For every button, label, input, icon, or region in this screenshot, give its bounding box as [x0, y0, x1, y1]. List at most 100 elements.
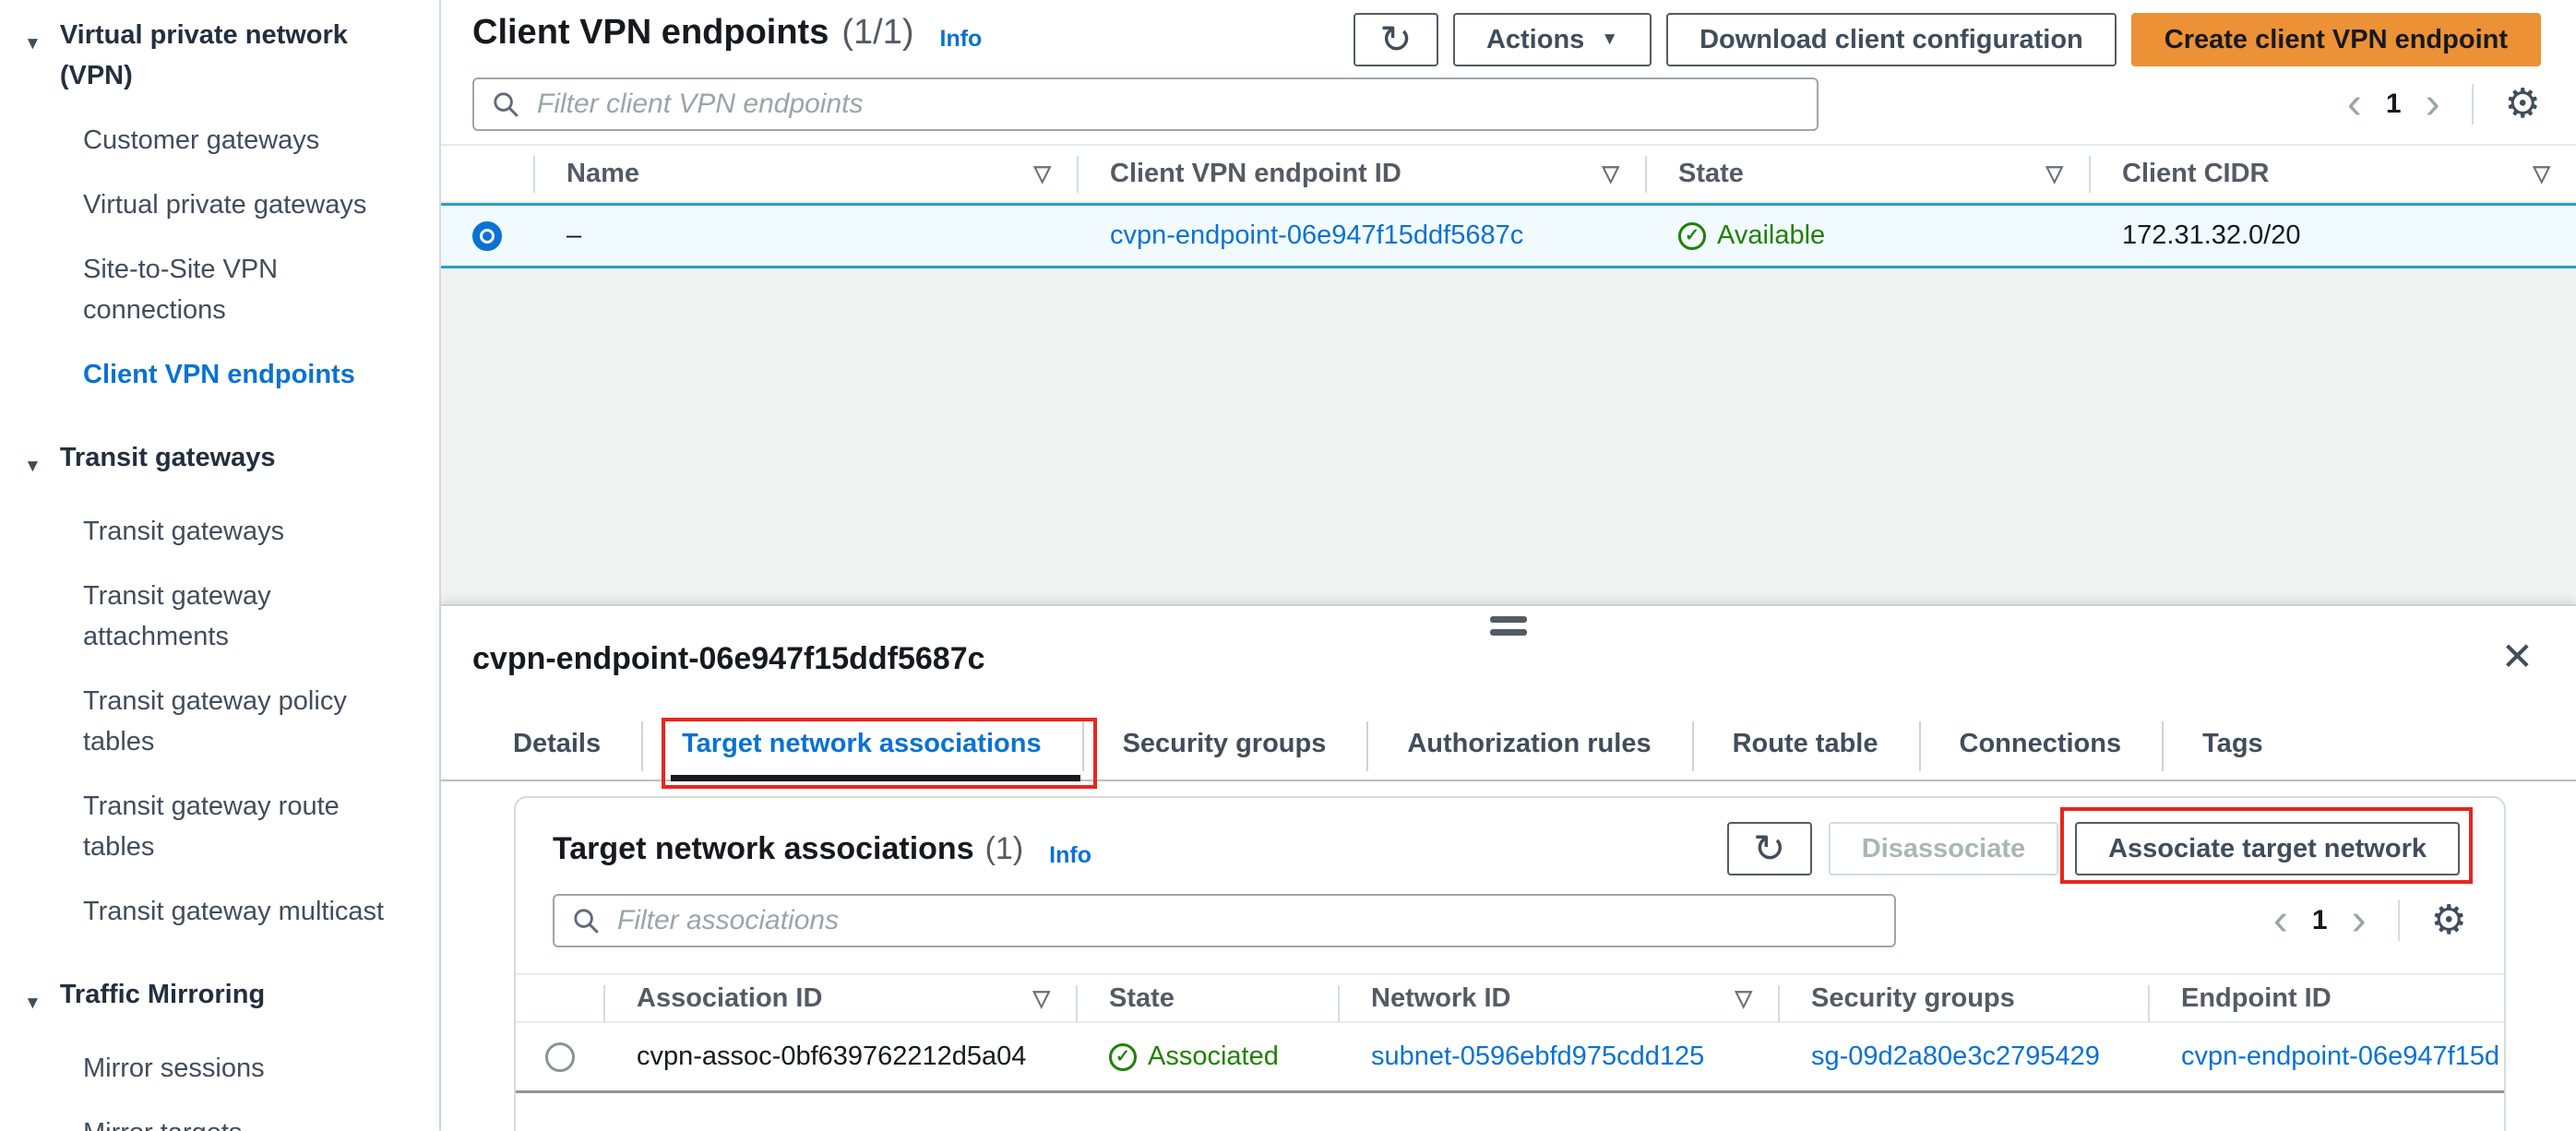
associations-search-box — [553, 894, 1896, 947]
column-header-client-cidr[interactable]: Client CIDR ▽ — [2089, 146, 2576, 201]
tab-label: Tags — [2202, 729, 2263, 758]
column-header-state[interactable]: State ▽ — [1645, 146, 2089, 201]
column-header-endpoint-id[interactable]: Endpoint ID — [2148, 975, 2504, 1022]
endpoints-filter-input[interactable] — [535, 88, 1800, 121]
column-header-network-id[interactable]: Network ID ▽ — [1338, 975, 1778, 1022]
column-header-security-groups[interactable]: Security groups — [1778, 975, 2148, 1022]
column-header-endpoint-id[interactable]: Client VPN endpoint ID ▽ — [1077, 146, 1645, 201]
association-endpoint-id-link[interactable]: cvpn-endpoint-06e947f15d — [2181, 1042, 2499, 1071]
info-link[interactable]: Info — [940, 26, 983, 53]
current-page-number[interactable]: 1 — [2386, 89, 2402, 120]
tab-route-table[interactable]: Route table — [1691, 716, 1919, 780]
actions-button[interactable]: Actions ▼ — [1452, 13, 1652, 66]
sidebar-item-virtual-private-gateways[interactable]: Virtual private gateways — [24, 185, 439, 225]
panel-resize-handle[interactable] — [1490, 616, 1527, 636]
sidebar-item-transit-gateway-attachments[interactable]: Transit gateway attachments — [24, 576, 439, 657]
association-table-row[interactable]: cvpn-assoc-0bf639762212d5a04 ✓ Associate… — [516, 1023, 2504, 1093]
sidebar-section-transit-gateways: ▼ Transit gateways Transit gateways Tran… — [24, 437, 439, 932]
tab-target-network-associations[interactable]: Target network associations — [641, 716, 1097, 789]
next-page-icon[interactable]: › — [2426, 82, 2440, 126]
column-label: Endpoint ID — [2181, 982, 2332, 1013]
gear-icon[interactable]: ⚙ — [2431, 900, 2467, 941]
refresh-icon: ↻ — [1379, 18, 1413, 61]
column-label: Client CIDR — [2122, 158, 2270, 188]
endpoints-table-header: Name ▽ Client VPN endpoint ID ▽ State ▽ … — [441, 146, 2576, 203]
sort-icon: ▽ — [1602, 161, 1619, 186]
sidebar-item-transit-gateway-multicast[interactable]: Transit gateway multicast — [24, 891, 439, 932]
check-circle-icon: ✓ — [1678, 221, 1706, 250]
associations-refresh-button[interactable]: ↻ — [1726, 822, 1812, 875]
target-network-associations-card: Target network associations (1) Info ↻ D… — [514, 796, 2506, 1131]
security-group-link[interactable]: sg-09d2a80e3c2795429 — [1811, 1042, 2100, 1071]
associations-pagination: ‹ 1 › ⚙ — [2273, 899, 2467, 943]
endpoint-id-cell: cvpn-endpoint-06e947f15ddf5687c — [1077, 220, 1645, 251]
sidebar-item-mirror-sessions[interactable]: Mirror sessions — [24, 1048, 439, 1089]
sidebar-item-mirror-targets[interactable]: Mirror targets — [24, 1113, 439, 1131]
search-icon — [574, 909, 599, 934]
next-page-icon[interactable]: › — [2352, 899, 2367, 943]
gear-icon[interactable]: ⚙ — [2505, 84, 2541, 125]
pagination-divider — [2397, 900, 2400, 941]
current-page-number[interactable]: 1 — [2312, 905, 2328, 936]
create-button-label: Create client VPN endpoint — [2164, 24, 2508, 54]
sidebar-item-transit-gateway-route-tables[interactable]: Transit gateway route tables — [24, 786, 439, 867]
section-expanded-icon: ▼ — [24, 994, 42, 1013]
sidebar-item-transit-gateways[interactable]: Transit gateways — [24, 511, 439, 552]
sort-icon: ▽ — [1735, 985, 1752, 1011]
sidebar-item-site-to-site-vpn-connections[interactable]: Site-to-Site VPN connections — [24, 249, 439, 330]
row-radio-selected[interactable] — [472, 220, 502, 251]
pagination-divider — [2471, 84, 2474, 125]
association-endpoint-id-cell: cvpn-endpoint-06e947f15d — [2148, 1042, 2504, 1072]
sidebar-section-vpn: ▼ Virtual private network (VPN) Customer… — [24, 15, 439, 395]
sort-icon: ▽ — [1032, 985, 1050, 1011]
sidebar-section-traffic-header[interactable]: ▼ Traffic Mirroring — [24, 974, 439, 1024]
row-radio-unselected[interactable] — [544, 1042, 575, 1072]
column-header-association-id[interactable]: Association ID ▽ — [603, 975, 1076, 1022]
sort-icon: ▽ — [2045, 161, 2063, 186]
row-select-cell — [441, 220, 533, 251]
sidebar-section-vpn-header[interactable]: ▼ Virtual private network (VPN) — [24, 15, 439, 96]
associations-filter-row: ‹ 1 › ⚙ — [516, 875, 2504, 947]
associations-filter-input[interactable] — [615, 904, 1878, 937]
sidebar-item-client-vpn-endpoints[interactable]: Client VPN endpoints — [24, 354, 439, 395]
tab-label: Route table — [1732, 729, 1878, 758]
endpoint-state-cell: ✓ Available — [1645, 220, 2089, 251]
tab-label: Details — [513, 729, 602, 758]
tab-tags[interactable]: Tags — [2162, 716, 2304, 780]
disassociate-button[interactable]: Disassociate — [1828, 822, 2059, 875]
main-content: Client VPN endpoints (1/1) Info ↻ Action… — [441, 0, 2576, 1131]
endpoints-pagination: ‹ 1 › ⚙ — [2347, 82, 2541, 126]
create-client-vpn-endpoint-button[interactable]: Create client VPN endpoint — [2130, 13, 2541, 66]
previous-page-icon[interactable]: ‹ — [2347, 82, 2362, 126]
tab-label: Target network associations — [682, 729, 1042, 758]
close-icon[interactable]: ✕ — [2501, 637, 2534, 676]
endpoints-search-box — [472, 77, 1819, 131]
tab-details[interactable]: Details — [472, 716, 641, 780]
column-header-name[interactable]: Name ▽ — [533, 146, 1077, 201]
endpoints-title-row: Client VPN endpoints (1/1) Info ↻ Action… — [472, 13, 2541, 66]
association-state-cell: ✓ Associated — [1076, 1042, 1338, 1072]
associations-table-header: Association ID ▽ State Network ID ▽ Secu… — [516, 973, 2504, 1023]
column-header-state[interactable]: State — [1076, 975, 1338, 1022]
sidebar-item-customer-gateways[interactable]: Customer gateways — [24, 120, 439, 161]
refresh-button[interactable]: ↻ — [1353, 13, 1438, 66]
tab-connections[interactable]: Connections — [1918, 716, 2163, 780]
sidebar-section-transit-header[interactable]: ▼ Transit gateways — [24, 437, 439, 487]
drag-bar — [1490, 616, 1527, 623]
endpoint-id-link[interactable]: cvpn-endpoint-06e947f15ddf5687c — [1110, 220, 1523, 250]
sidebar-section-label: Traffic Mirroring — [59, 980, 266, 1009]
tab-security-groups[interactable]: Security groups — [1081, 716, 1367, 780]
endpoints-header-block: Client VPN endpoints (1/1) Info ↻ Action… — [441, 0, 2576, 146]
section-expanded-icon: ▼ — [24, 457, 42, 476]
network-id-link[interactable]: subnet-0596ebfd975cdd125 — [1371, 1042, 1704, 1071]
sidebar-item-transit-gateway-policy-tables[interactable]: Transit gateway policy tables — [24, 681, 439, 762]
disassociate-button-label: Disassociate — [1861, 833, 2026, 863]
associate-target-network-button[interactable]: Associate target network — [2075, 822, 2460, 875]
download-client-configuration-button[interactable]: Download client configuration — [1666, 13, 2117, 66]
endpoint-detail-panel: ✕ cvpn-endpoint-06e947f15ddf5687c Detail… — [441, 604, 2576, 1131]
info-link[interactable]: Info — [1049, 842, 1091, 869]
tab-authorization-rules[interactable]: Authorization rules — [1366, 716, 1691, 780]
endpoint-table-row[interactable]: – cvpn-endpoint-06e947f15ddf5687c ✓ Avai… — [441, 203, 2576, 268]
previous-page-icon[interactable]: ‹ — [2273, 899, 2288, 943]
associate-button-wrapper: Associate target network — [2060, 807, 2473, 884]
